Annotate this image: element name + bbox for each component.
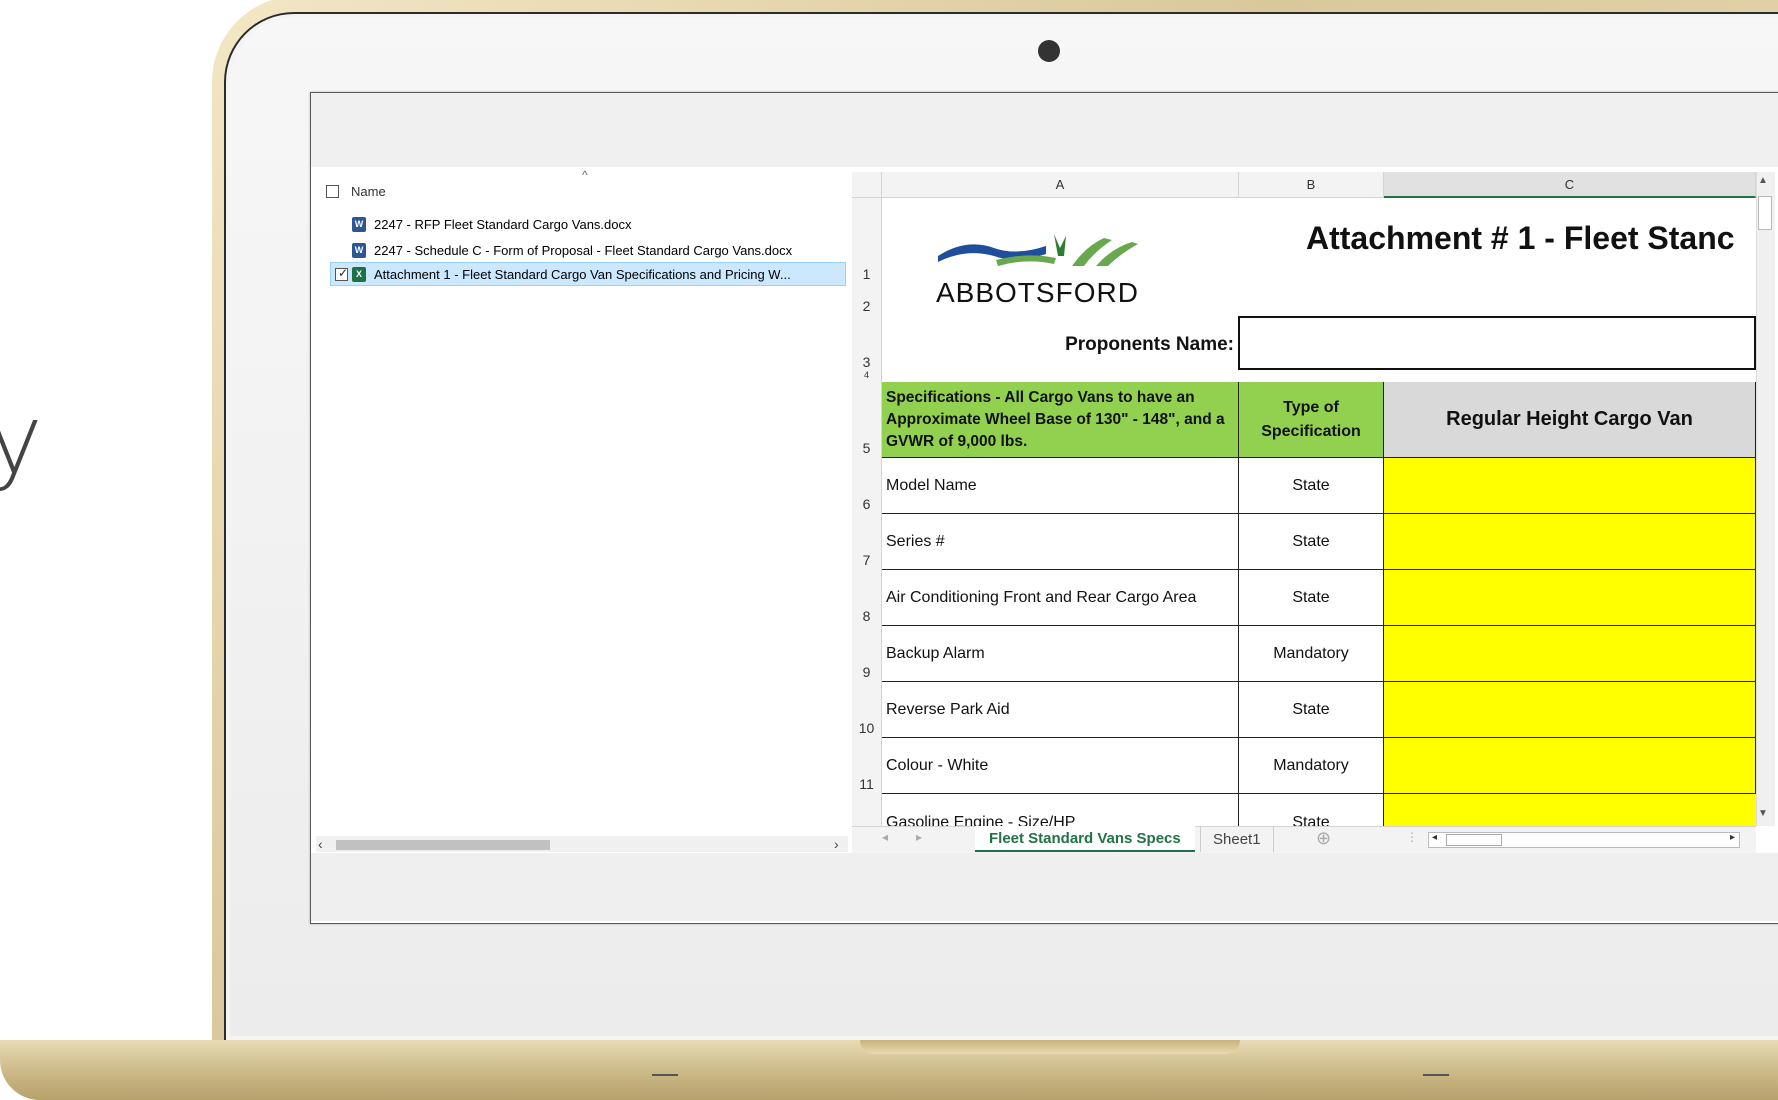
name-column-label[interactable]: Name [351,184,386,199]
row-header-10[interactable]: 10 [852,682,882,738]
tab-scroll-left-icon[interactable]: ◂ [882,830,888,844]
tab-splitter-icon[interactable]: ⋮ [1406,830,1418,844]
file-name: Attachment 1 - Fleet Standard Cargo Van … [374,266,791,282]
logo-wordmark: ABBOTSFORD [936,277,1139,308]
laptop-base-notch [860,1040,1240,1054]
screen-top-area [311,93,1778,167]
row-header-7[interactable]: 7 [852,514,882,570]
laptop-foot-right [1423,1074,1449,1076]
van-input-cell[interactable] [1384,458,1756,514]
row-header-3[interactable]: 3 [852,316,882,372]
sheet-vertical-scrollbar[interactable] [1756,172,1775,826]
item-checkbox-checked[interactable]: ✓ [335,266,348,281]
header-regular-height-cargo-van: Regular Height Cargo Van [1384,382,1756,458]
scroll-down-arrow-icon[interactable]: ▼ [1758,808,1768,819]
type-cell[interactable]: State [1239,570,1384,626]
row-header-9[interactable]: 9 [852,626,882,682]
row-header-2[interactable]: 2 [852,284,882,316]
van-input-cell[interactable] [1384,738,1756,794]
tab-sheet1[interactable]: Sheet1 [1200,826,1274,852]
proponents-name-label: Proponents Name: [1065,334,1234,355]
scroll-left-arrow-icon[interactable]: ‹ [318,836,323,852]
hscroll-right-arrow-icon[interactable]: ▸ [1730,832,1735,843]
file-list-header[interactable]: Name [326,180,386,202]
type-cell[interactable]: Mandatory [1239,626,1384,682]
van-input-cell[interactable] [1384,570,1756,626]
camera-icon [1038,40,1060,62]
type-cell[interactable]: State [1239,794,1384,826]
screen-bottom-area [311,853,1778,921]
spec-cell-text: Gasoline Engine - Size/HP [886,814,1076,826]
abbotsford-logo-mark-icon [938,234,1138,266]
van-input-cell[interactable] [1384,682,1756,738]
file-item[interactable]: W 2247 - RFP Fleet Standard Cargo Vans.d… [352,212,632,236]
column-header-b[interactable]: B [1239,172,1384,198]
sheet-title: Attachment # 1 - Fleet Stanc [1306,220,1735,256]
add-sheet-icon[interactable]: ⊕ [1316,828,1331,849]
row-header-12[interactable] [852,794,882,826]
file-item-selected[interactable]: ✓ X Attachment 1 - Fleet Standard Cargo … [330,262,846,286]
file-name: 2247 - RFP Fleet Standard Cargo Vans.doc… [374,216,632,232]
spec-cell[interactable]: Series # [882,514,1239,570]
spec-cell[interactable]: Model Name [882,458,1239,514]
row-header-1[interactable]: 1 [852,198,882,284]
type-cell[interactable]: State [1239,682,1384,738]
row-header-4[interactable]: 4 [852,370,882,382]
sheet-vertical-scroll-thumb[interactable] [1758,196,1772,230]
proponents-name-input[interactable] [1238,316,1756,370]
header-type-of-specification: Type of Specification [1239,382,1384,458]
partial-background-text: y [0,384,43,496]
column-header-c[interactable]: C [1384,172,1756,198]
row-header-11[interactable]: 11 [852,738,882,794]
type-cell[interactable]: State [1239,514,1384,570]
sort-ascending-icon: ^ [582,168,588,182]
scroll-right-arrow-icon[interactable]: › [834,836,839,852]
laptop-foot-left [652,1074,678,1076]
van-input-cell[interactable] [1384,626,1756,682]
type-cell[interactable]: State [1239,458,1384,514]
select-all-checkbox[interactable] [326,184,339,198]
scroll-up-arrow-icon[interactable]: ▲ [1758,175,1768,186]
type-cell-text: State [1292,814,1330,826]
header-specifications: Specifications - All Cargo Vans to have … [882,382,1239,458]
file-name: 2247 - Schedule C - Form of Proposal - F… [374,242,793,258]
van-input-cell[interactable] [1384,514,1756,570]
tab-scroll-right-icon[interactable]: ▸ [916,830,922,844]
van-input-cell[interactable] [1384,794,1756,826]
sheet-horizontal-scroll-thumb[interactable] [1446,834,1502,846]
abbotsford-logo: ABBOTSFORD [936,226,1146,308]
column-header-a[interactable]: A [882,172,1239,198]
tab-fleet-standard-vans-specs[interactable]: Fleet Standard Vans Specs [975,826,1195,852]
spec-cell[interactable]: Colour - White [882,738,1239,794]
excel-document-icon: X [352,266,366,282]
row-header-6[interactable]: 6 [852,458,882,514]
type-cell[interactable]: Mandatory [1239,738,1384,794]
spec-cell[interactable]: Gasoline Engine - Size/HP [882,794,1239,826]
hscroll-left-arrow-icon[interactable]: ◂ [1432,832,1437,843]
spec-cell[interactable]: Backup Alarm [882,626,1239,682]
word-document-icon: W [352,242,366,258]
row-header-5[interactable]: 5 [852,382,882,458]
file-item[interactable]: W 2247 - Schedule C - Form of Proposal -… [352,238,792,262]
explorer-scroll-thumb[interactable] [336,840,550,850]
row-header-8[interactable]: 8 [852,570,882,626]
spec-cell[interactable]: Air Conditioning Front and Rear Cargo Ar… [882,570,1239,626]
word-document-icon: W [352,216,366,232]
select-all-corner[interactable] [852,172,882,198]
spec-cell[interactable]: Reverse Park Aid [882,682,1239,738]
